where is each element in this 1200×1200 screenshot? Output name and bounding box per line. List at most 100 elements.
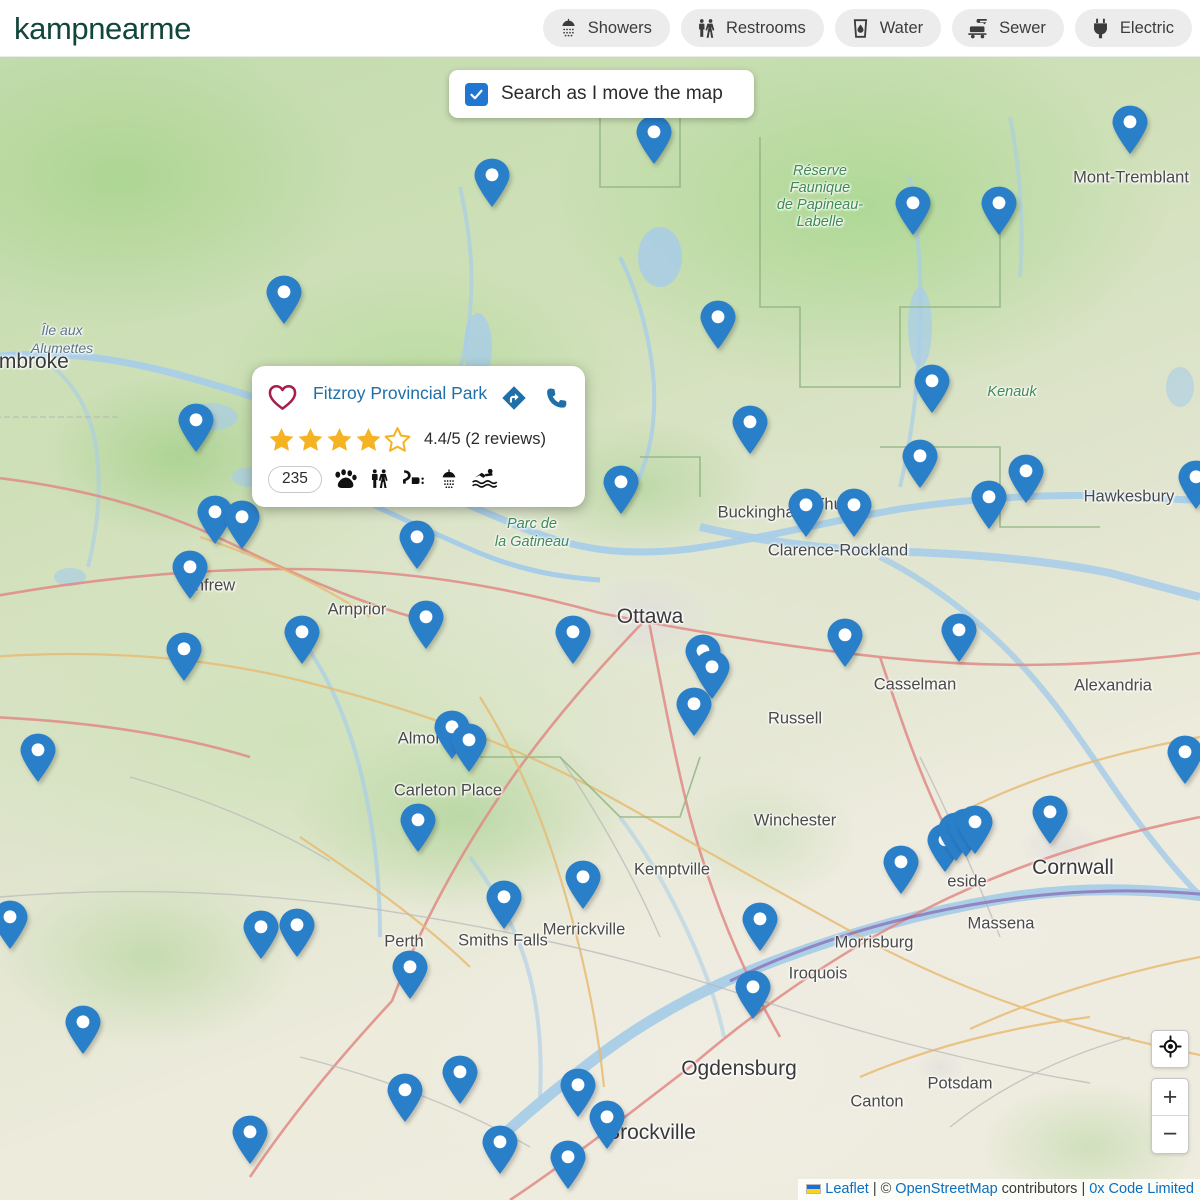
map-marker[interactable] <box>787 488 825 538</box>
map-marker[interactable] <box>450 723 488 773</box>
ukraine-flag-icon <box>806 1184 821 1194</box>
app-logo[interactable]: kampnearme <box>14 13 191 44</box>
map-marker[interactable] <box>278 908 316 958</box>
map-marker[interactable] <box>165 632 203 682</box>
map-marker[interactable] <box>894 186 932 236</box>
map-marker[interactable] <box>675 687 713 737</box>
shower-icon <box>438 468 460 490</box>
map-marker[interactable] <box>407 600 445 650</box>
campground-popup: Fitzroy Provincial Park 4.4/5 <box>252 366 585 507</box>
map-marker[interactable] <box>177 403 215 453</box>
map-marker[interactable] <box>399 803 437 853</box>
filter-restrooms-label: Restrooms <box>726 19 806 38</box>
filter-water[interactable]: Water <box>835 9 941 47</box>
phone-icon[interactable] <box>544 386 569 416</box>
locate-icon <box>1159 1035 1182 1063</box>
map-marker[interactable] <box>473 158 511 208</box>
map-marker[interactable] <box>549 1140 587 1190</box>
sewer-icon <box>967 18 990 39</box>
map-tiles: Île auxAlumettesembrokeRéserveFauniquede… <box>0 57 1200 1200</box>
map-marker[interactable] <box>734 970 772 1020</box>
map-marker[interactable] <box>699 300 737 350</box>
map-marker[interactable] <box>171 550 209 600</box>
map-marker[interactable] <box>1177 460 1200 510</box>
map-marker[interactable] <box>481 1125 519 1175</box>
search-as-i-move-checkbox[interactable] <box>465 83 488 106</box>
map-container[interactable]: Île auxAlumettesembrokeRéserveFauniquede… <box>0 57 1200 1200</box>
map-marker[interactable] <box>1031 795 1069 845</box>
map-marker[interactable] <box>1111 105 1149 155</box>
leaflet-link[interactable]: Leaflet <box>825 1181 869 1197</box>
attrib-sep-2: | <box>1081 1181 1085 1197</box>
filter-restrooms[interactable]: Restrooms <box>681 9 824 47</box>
map-marker[interactable] <box>1166 735 1200 785</box>
map-marker[interactable] <box>283 615 321 665</box>
map-marker[interactable] <box>980 186 1018 236</box>
map-marker[interactable] <box>0 900 29 950</box>
map-marker[interactable] <box>835 488 873 538</box>
map-border-layer <box>0 57 1200 1200</box>
filter-showers[interactable]: Showers <box>543 9 670 47</box>
zoom-out-button[interactable]: − <box>1152 1116 1188 1153</box>
star-filled-icon <box>355 426 382 453</box>
popup-title[interactable]: Fitzroy Provincial Park <box>297 382 501 404</box>
filter-sewer[interactable]: Sewer <box>952 9 1064 47</box>
map-marker[interactable] <box>731 405 769 455</box>
map-marker[interactable] <box>441 1055 479 1105</box>
map-marker[interactable] <box>242 910 280 960</box>
openstreetmap-link[interactable]: OpenStreetMap <box>895 1181 997 1197</box>
owner-link[interactable]: 0x Code Limited <box>1089 1181 1194 1197</box>
zoom-in-button[interactable]: + <box>1152 1079 1188 1116</box>
map-marker[interactable] <box>588 1100 626 1150</box>
filter-showers-label: Showers <box>588 19 652 38</box>
star-filled-icon <box>297 426 324 453</box>
map-marker[interactable] <box>882 845 920 895</box>
map-marker[interactable] <box>223 500 261 550</box>
filter-bar: Showers Restrooms <box>543 9 1192 47</box>
directions-icon[interactable] <box>501 385 527 416</box>
search-as-i-move-toggle[interactable]: Search as I move the map <box>449 70 754 118</box>
filter-sewer-label: Sewer <box>999 19 1046 38</box>
map-marker[interactable] <box>901 439 939 489</box>
attrib-contributors: contributors <box>1002 1181 1078 1197</box>
map-marker[interactable] <box>564 860 602 910</box>
heart-icon[interactable] <box>268 382 297 416</box>
map-marker[interactable] <box>970 480 1008 530</box>
star-filled-icon <box>326 426 353 453</box>
map-marker[interactable] <box>741 902 779 952</box>
locate-button[interactable] <box>1151 1030 1189 1068</box>
map-marker[interactable] <box>1007 454 1045 504</box>
electric-icon <box>401 468 427 490</box>
filter-electric[interactable]: Electric <box>1075 9 1192 47</box>
map-marker[interactable] <box>391 950 429 1000</box>
map-marker[interactable] <box>826 618 864 668</box>
pets-icon <box>333 468 358 490</box>
map-marker[interactable] <box>398 520 436 570</box>
map-marker[interactable] <box>602 465 640 515</box>
popup-action-row <box>501 382 569 416</box>
map-marker[interactable] <box>231 1115 269 1165</box>
map-controls: + − <box>1151 1030 1189 1154</box>
site-count-badge: 235 <box>268 466 322 493</box>
filter-water-label: Water <box>880 19 923 38</box>
map-marker[interactable] <box>485 880 523 930</box>
popup-rating-row: 4.4/5 (2 reviews) <box>268 426 569 453</box>
star-rating <box>268 426 411 453</box>
map-marker[interactable] <box>554 615 592 665</box>
map-marker[interactable] <box>940 613 978 663</box>
star-filled-icon <box>268 426 295 453</box>
map-marker[interactable] <box>64 1005 102 1055</box>
map-marker[interactable] <box>265 275 303 325</box>
map-attribution: Leaflet | © OpenStreetMap contributors |… <box>798 1179 1200 1200</box>
swimming-icon <box>471 468 498 490</box>
popup-amenities-row: 235 <box>268 466 569 493</box>
attrib-copyright: © <box>881 1181 892 1197</box>
map-marker[interactable] <box>19 733 57 783</box>
map-marker[interactable] <box>386 1073 424 1123</box>
popup-header-row: Fitzroy Provincial Park <box>268 382 569 416</box>
attrib-sep-1: | <box>873 1181 877 1197</box>
map-marker[interactable] <box>635 115 673 165</box>
app-header: kampnearme Showers <box>0 0 1200 57</box>
map-marker[interactable] <box>913 364 951 414</box>
map-marker[interactable] <box>956 805 994 855</box>
